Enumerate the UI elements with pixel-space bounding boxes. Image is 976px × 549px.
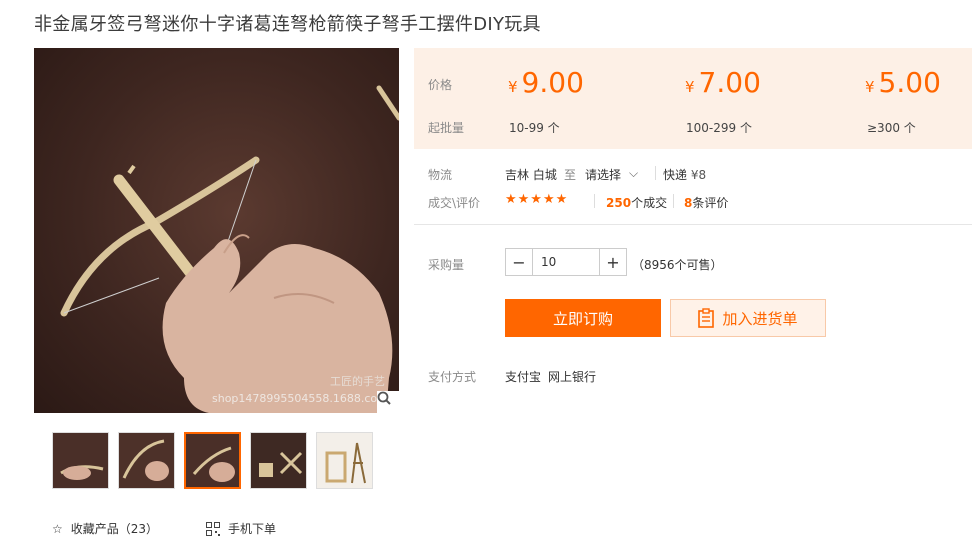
- deals-label: 成交\评价: [428, 196, 481, 210]
- thumbnail-image: [119, 433, 174, 488]
- logistics-label: 物流: [428, 168, 453, 182]
- quantity-label: 采购量: [428, 258, 465, 272]
- thumbnail[interactable]: [118, 432, 175, 489]
- price-value: ¥9.00: [508, 66, 584, 99]
- magnifier-icon: [377, 391, 391, 405]
- thumbnail[interactable]: [250, 432, 307, 489]
- price-label: 价格: [428, 78, 453, 92]
- buy-now-button[interactable]: 立即订购: [505, 299, 661, 337]
- price-tier-1: ¥9.00: [508, 66, 584, 99]
- thumbnail-strip: [52, 432, 373, 489]
- favorite-link[interactable]: ☆ 收藏产品（23）: [52, 520, 158, 537]
- destination-select[interactable]: 请选择 ⌵: [585, 166, 638, 183]
- min-qty-label: 起批量: [428, 121, 465, 135]
- price-tier-2: ¥7.00: [685, 66, 761, 99]
- available-stock: （8956个可售）: [632, 258, 723, 272]
- thumbnail-active[interactable]: [184, 432, 241, 489]
- thumbnail-image: [53, 433, 108, 488]
- thumbnail[interactable]: [52, 432, 109, 489]
- divider: [673, 194, 674, 208]
- increment-button[interactable]: +: [600, 249, 626, 275]
- main-product-image[interactable]: 工匠的手艺 shop1478995504558.1688.com: [34, 48, 399, 413]
- add-to-cart-button[interactable]: 加入进货单: [670, 299, 826, 337]
- qr-code-icon: [206, 521, 221, 536]
- payment-method-alipay: 支付宝: [505, 370, 542, 384]
- watermark-url: shop1478995504558.1688.com: [212, 392, 388, 405]
- qty-tier-3: ≥300 个: [867, 121, 916, 135]
- price-panel: 价格 起批量 ¥9.00 10-99 个 ¥7.00 100-299 个 ¥5.…: [414, 48, 972, 149]
- thumbnail-image: [251, 433, 306, 488]
- chevron-down-icon: ⌵: [629, 166, 639, 180]
- section-divider: [414, 224, 972, 225]
- thumbnail-image: [317, 433, 372, 488]
- rating-stars: ★★★★★: [505, 192, 569, 207]
- shipping-fee: ¥8: [690, 168, 707, 182]
- review-count[interactable]: 8条评价: [684, 194, 728, 211]
- thumbnail[interactable]: [316, 432, 373, 489]
- deal-count[interactable]: 250个成交: [606, 194, 667, 211]
- destination-select-label: 请选择: [585, 168, 622, 182]
- clipboard-icon: [698, 308, 715, 328]
- logistics-to: 至: [564, 168, 577, 182]
- deal-count-suffix: 个成交: [631, 196, 668, 210]
- divider: [655, 166, 656, 180]
- price-value: ¥7.00: [685, 66, 761, 99]
- watermark-shop: 工匠的手艺: [330, 375, 385, 388]
- price-value: ¥5.00: [865, 66, 941, 99]
- payment-label: 支付方式: [428, 370, 477, 384]
- price-tier-3: ¥5.00: [865, 66, 941, 99]
- quantity-stepper: − 10 +: [505, 248, 627, 276]
- add-to-cart-label: 加入进货单: [722, 309, 798, 328]
- bottom-links: ☆ 收藏产品（23） 手机下单: [52, 520, 276, 537]
- divider: [594, 194, 595, 208]
- payment-method-bank: 网上银行: [548, 370, 597, 384]
- deal-count-number: 250: [606, 196, 632, 210]
- product-title: 非金属牙签弓弩迷你十字诸葛连弩枪箭筷子弩手工摆件DIY玩具: [34, 14, 541, 35]
- favorite-label: 收藏产品（23）: [70, 522, 159, 536]
- review-count-suffix: 条评价: [692, 196, 729, 210]
- quantity-input[interactable]: 10: [532, 249, 600, 275]
- mobile-order-link[interactable]: 手机下单: [206, 520, 276, 537]
- qty-tier-2: 100-299 个: [686, 121, 752, 135]
- product-photo: [60, 85, 399, 413]
- qty-tier-1: 10-99 个: [509, 121, 560, 135]
- decrement-button[interactable]: −: [506, 249, 532, 275]
- thumbnail-image: [186, 434, 239, 487]
- shipping-method: 快递 ¥8: [663, 166, 706, 183]
- zoom-button[interactable]: [377, 391, 399, 413]
- express-label: 快递: [663, 168, 688, 182]
- star-outline-icon: ☆: [52, 521, 63, 536]
- mobile-order-label: 手机下单: [228, 522, 277, 536]
- logistics-origin: 吉林 白城: [505, 168, 557, 182]
